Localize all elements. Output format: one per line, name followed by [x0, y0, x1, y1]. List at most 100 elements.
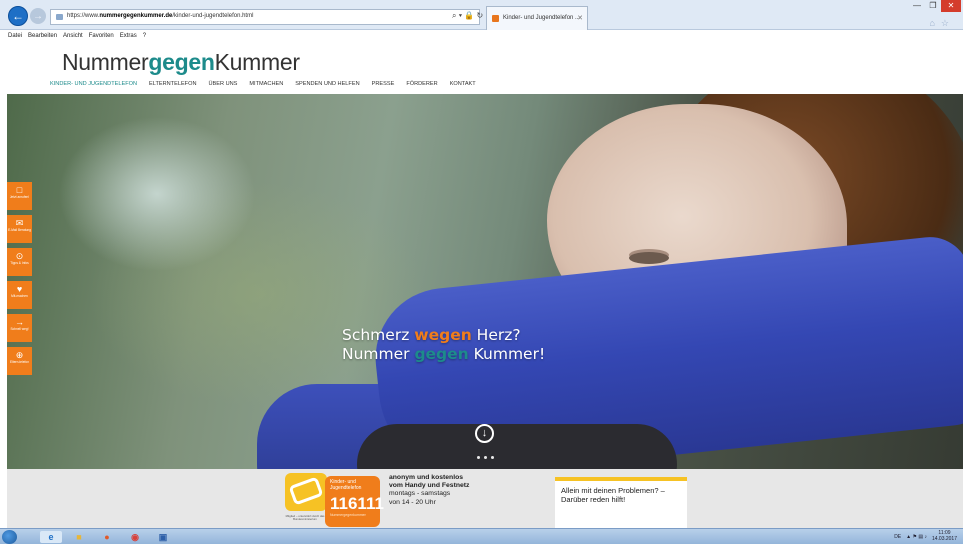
nav-foerderer[interactable]: FÖRDERER — [406, 81, 437, 87]
menu-help[interactable]: ? — [143, 31, 146, 41]
tagline-text: Nummer — [342, 345, 415, 363]
menu-ansicht[interactable]: Ansicht — [63, 31, 83, 41]
nav-elterntelefon[interactable]: ELTERNTELEFON — [149, 81, 196, 87]
logo-part-1: Nummer — [62, 49, 149, 75]
tab-close-icon[interactable]: ✕ — [577, 14, 583, 22]
help-card-text: Allein mit deinen Problemen? – Darüber r… — [561, 486, 665, 504]
close-window-button[interactable]: ✕ — [941, 0, 961, 12]
exit-icon: → — [15, 317, 24, 327]
phone-info: anonym und kostenlos vom Handy und Festn… — [389, 474, 469, 507]
main-nav: KINDER- UND JUGENDTELEFON ELTERNTELEFON … — [50, 81, 476, 87]
tagline-text: Herz? — [471, 326, 521, 344]
side-btn-label: Eltern-telefon — [10, 360, 29, 364]
parents-phone-icon: ⊕ — [15, 350, 24, 360]
minimize-button[interactable]: — — [909, 0, 925, 12]
tab-title: Kinder- und Jugendtelefon ... — [503, 15, 581, 21]
system-tray: DE ▲ ⚑ ▤ ♪ 11:09 14.03.2017 — [894, 530, 957, 542]
forward-button[interactable]: → — [30, 8, 46, 24]
address-tools[interactable]: ⌕ ▾ 🔒 ↻ — [452, 11, 483, 21]
phone-info-line: vom Handy und Festnetz — [389, 482, 470, 490]
menu-bar: Datei Bearbeiten Ansicht Favoriten Extra… — [0, 31, 963, 41]
favicon-icon — [492, 15, 499, 22]
slider-dot[interactable] — [491, 456, 494, 459]
language-indicator[interactable]: DE — [894, 534, 901, 540]
tagline-text: Schmerz — [342, 326, 415, 344]
tagline-line-1: Schmerz wegen Herz? — [342, 326, 545, 345]
phone-info-line: montags - samstags — [389, 490, 451, 498]
hero-tagline: Schmerz wegen Herz? Nummer gegen Kummer! — [342, 326, 545, 364]
nav-spenden-und-helfen[interactable]: SPENDEN UND HELFEN — [295, 81, 359, 87]
side-btn-email[interactable]: ✉ E-Mail Beratung — [7, 215, 32, 243]
nav-mitmachen[interactable]: MITMACHEN — [249, 81, 283, 87]
side-btn-label: E-Mail Beratung — [8, 228, 31, 232]
window-controls: — ❐ ✕ — [909, 0, 961, 12]
nav-presse[interactable]: PRESSE — [372, 81, 395, 87]
menu-extras[interactable]: Extras — [120, 31, 137, 41]
maximize-button[interactable]: ❐ — [925, 0, 941, 12]
side-action-bar: □ Jetzt anrufen! ✉ E-Mail Beratung ⊙ Tip… — [7, 182, 32, 380]
phone-number: 116111 — [330, 494, 384, 513]
phone-line-name: Kinder- und Jugendtelefon — [330, 479, 362, 491]
side-btn-mitmachen[interactable]: ♥ Mit-machen — [7, 281, 32, 309]
info-strip: Kinder- und Jugendtelefon 116111 Nummerg… — [7, 469, 963, 528]
info-icon: ⊙ — [15, 251, 24, 261]
app-icon[interactable]: ▣ — [152, 531, 174, 543]
logo-part-2: gegen — [148, 49, 215, 75]
logo-part-3: Kummer — [214, 49, 300, 75]
clock[interactable]: 11:09 14.03.2017 — [931, 530, 957, 542]
home-favorites-icons[interactable]: ⌂☆ — [929, 18, 955, 29]
side-btn-label: Schnell weg! — [10, 327, 29, 331]
site-icon — [56, 14, 63, 20]
nav-kinder-jugendtelefon[interactable]: KINDER- UND JUGENDTELEFON — [50, 81, 137, 87]
explorer-icon[interactable]: ■ — [68, 531, 90, 543]
phone-info-line: von 14 - 20 Uhr — [389, 498, 436, 506]
site-logo[interactable]: NummergegenKummer — [62, 49, 300, 76]
help-card[interactable]: Allein mit deinen Problemen? – Darüber r… — [555, 477, 687, 528]
site-header: NummergegenKummer KINDER- UND JUGENDTELE… — [0, 41, 963, 94]
tagline-text: Kummer! — [468, 345, 546, 363]
chrome-icon[interactable]: ◉ — [124, 531, 146, 543]
browser-tab[interactable]: Kinder- und Jugendtelefon ... ✕ — [486, 6, 588, 30]
phone-number-box: Kinder- und Jugendtelefon 116111 Nummerg… — [325, 476, 384, 527]
phone-icon: □ — [16, 185, 23, 195]
ie-icon[interactable]: e — [40, 531, 62, 543]
side-btn-label: Mit-machen — [11, 294, 28, 298]
tray-icons[interactable]: ▲ ⚑ ▤ ♪ — [906, 534, 927, 540]
tagline-line-2: Nummer gegen Kummer! — [342, 345, 545, 364]
media-player-icon[interactable]: ● — [96, 531, 118, 543]
heart-icon: ♥ — [16, 284, 23, 294]
hero-image: Schmerz wegen Herz? Nummer gegen Kummer!… — [7, 94, 963, 469]
menu-bearbeiten[interactable]: Bearbeiten — [28, 31, 57, 41]
menu-favoriten[interactable]: Favoriten — [89, 31, 114, 41]
url-prefix: https://www. — [67, 13, 100, 19]
tagline-accent: gegen — [414, 345, 469, 363]
back-button[interactable]: ← — [8, 6, 28, 26]
clock-date: 14.03.2017 — [931, 535, 957, 542]
phone-number-badge[interactable]: Kinder- und Jugendtelefon 116111 Nummerg… — [285, 472, 384, 528]
windows-taskbar: e ■ ● ◉ ▣ DE ▲ ⚑ ▤ ♪ 11:09 14.03.2017 — [0, 528, 963, 544]
menu-datei[interactable]: Datei — [8, 31, 22, 41]
hero-photo-eye — [629, 252, 669, 264]
url-path: /kinder-und-jugendtelefon.html — [172, 13, 254, 19]
address-bar[interactable]: https://www.nummergegenkummer.de/kinder-… — [50, 9, 480, 25]
slider-dots — [477, 456, 494, 459]
phone-footnote: Mitglied – unterstützt durch das Bundesm… — [285, 514, 325, 522]
side-btn-label: Jetzt anrufen! — [9, 195, 30, 199]
side-btn-quick-exit[interactable]: → Schnell weg! — [7, 314, 32, 342]
side-btn-call[interactable]: □ Jetzt anrufen! — [7, 182, 32, 210]
phone-info-line: anonym und kostenlos — [389, 474, 464, 481]
side-btn-parents-phone[interactable]: ⊕ Eltern-telefon — [7, 347, 32, 375]
phone-logo — [285, 473, 327, 511]
scroll-down-icon[interactable]: ↓ — [475, 424, 494, 443]
side-btn-label: Tipps & Infos — [10, 261, 29, 265]
nav-ueber-uns[interactable]: ÜBER UNS — [208, 81, 237, 87]
start-button[interactable] — [2, 530, 17, 544]
browser-titlebar: ← → https://www.nummergegenkummer.de/kin… — [0, 0, 963, 30]
phone-brand: Nummergegenkummer — [330, 513, 366, 517]
slider-dot[interactable] — [484, 456, 487, 459]
tagline-accent: wegen — [414, 326, 472, 344]
nav-kontakt[interactable]: KONTAKT — [450, 81, 476, 87]
mail-icon: ✉ — [15, 218, 24, 228]
side-btn-tips[interactable]: ⊙ Tipps & Infos — [7, 248, 32, 276]
slider-dot[interactable] — [477, 456, 480, 459]
